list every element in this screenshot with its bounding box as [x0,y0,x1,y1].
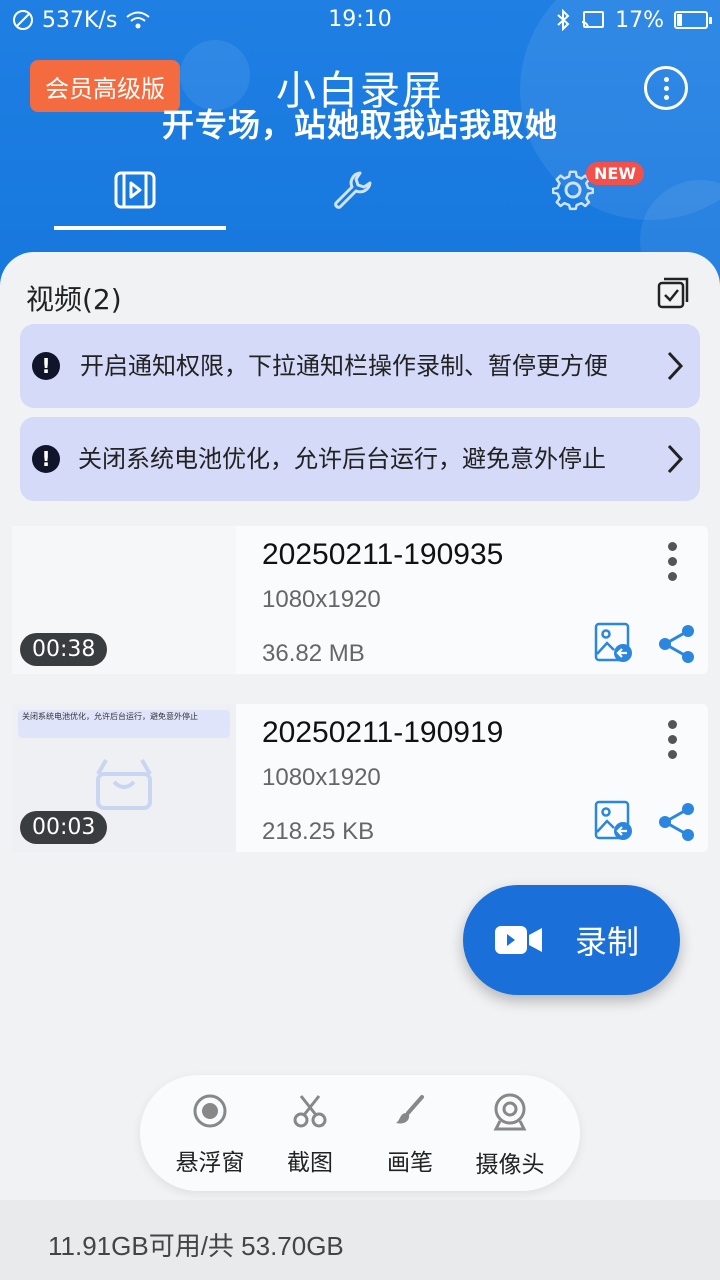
video-resolution: 1080x1920 [262,586,381,613]
brush-icon [396,1095,424,1124]
chevron-right-icon [667,351,684,381]
record-label: 录制 [575,923,640,961]
record-dot-icon [193,1094,227,1128]
alert-icon: ! [32,352,60,380]
wrench-icon [334,171,372,209]
more-options-button[interactable] [644,66,688,110]
video-more-button[interactable] [668,542,677,581]
videos-section-title: 视频(2) [26,283,122,316]
quick-tools-bar: 悬浮窗 截图 画笔 摄像头 [140,1075,580,1191]
video-more-button[interactable] [668,720,677,759]
clock: 19:10 [328,7,392,32]
app-header: 537K/s 19:10 17% 会员高级版 小白录屏 开专场，站她取我站我取她 [0,0,720,290]
tool-screenshot[interactable]: 截图 [255,1093,365,1177]
chevron-right-icon [667,444,684,474]
overlay-caption: 开专场，站她取我站我取她 [161,106,558,144]
empty-box-icon [96,759,152,810]
video-name: 20250211-190935 [262,538,504,571]
notice-text: 关闭系统电池优化，允许后台运行，避免意外停止 [78,445,606,473]
share-icon[interactable] [658,624,696,664]
notice-notification-permission[interactable]: ! 开启通知权限，下拉通知栏操作录制、暂停更方便 [20,324,700,408]
new-badge: NEW [586,162,644,185]
tool-camera[interactable]: 摄像头 [455,1093,565,1179]
video-thumbnail[interactable]: 关闭系统电池优化，允许后台运行，避免意外停止 00:03 [12,704,236,852]
tool-label: 截图 [287,1150,333,1176]
tool-label: 摄像头 [475,1152,545,1178]
video-name: 20250211-190919 [262,716,504,749]
video-film-icon [114,171,156,209]
select-all-icon[interactable] [656,276,690,310]
storage-info: 11.91GB可用/共 53.70GB [48,1231,344,1261]
duration-badge: 00:38 [20,633,108,666]
video-size: 36.82 MB [262,640,365,667]
battery-icon [674,11,712,29]
notice-text: 开启通知权限，下拉通知栏操作录制、暂停更方便 [80,352,608,380]
tab-videos[interactable] [50,160,220,220]
video-thumbnail[interactable]: 00:38 [12,526,236,674]
save-to-gallery-icon[interactable] [594,622,634,664]
save-to-gallery-icon[interactable] [594,800,634,842]
share-icon[interactable] [658,802,696,842]
video-size: 218.25 KB [262,818,375,845]
tool-label: 画笔 [387,1150,433,1176]
alert-icon: ! [32,445,60,473]
tool-brush[interactable]: 画笔 [355,1093,465,1177]
video-item[interactable]: 关闭系统电池优化，允许后台运行，避免意外停止 00:03 20250211-19… [12,704,708,852]
storage-footer: 11.91GB可用/共 53.70GB [0,1200,720,1280]
status-bar: 537K/s 19:10 17% [0,0,720,40]
video-camera-icon [495,926,542,954]
tool-floating-window[interactable]: 悬浮窗 [155,1093,265,1177]
camera-icon [493,1093,527,1131]
tool-label: 悬浮窗 [175,1150,245,1176]
video-item[interactable]: 00:38 20250211-190935 1080x1920 36.82 MB [12,526,708,674]
tab-indicator [54,226,226,230]
video-resolution: 1080x1920 [262,764,381,791]
thumbnail-preview-text: 关闭系统电池优化，允许后台运行，避免意外停止 [18,710,230,738]
tab-tools[interactable] [268,160,438,220]
record-button[interactable]: 录制 [463,885,680,995]
duration-badge: 00:03 [20,811,108,844]
scissors-icon [293,1095,327,1128]
notice-battery-optimization[interactable]: ! 关闭系统电池优化，允许后台运行，避免意外停止 [20,417,700,501]
